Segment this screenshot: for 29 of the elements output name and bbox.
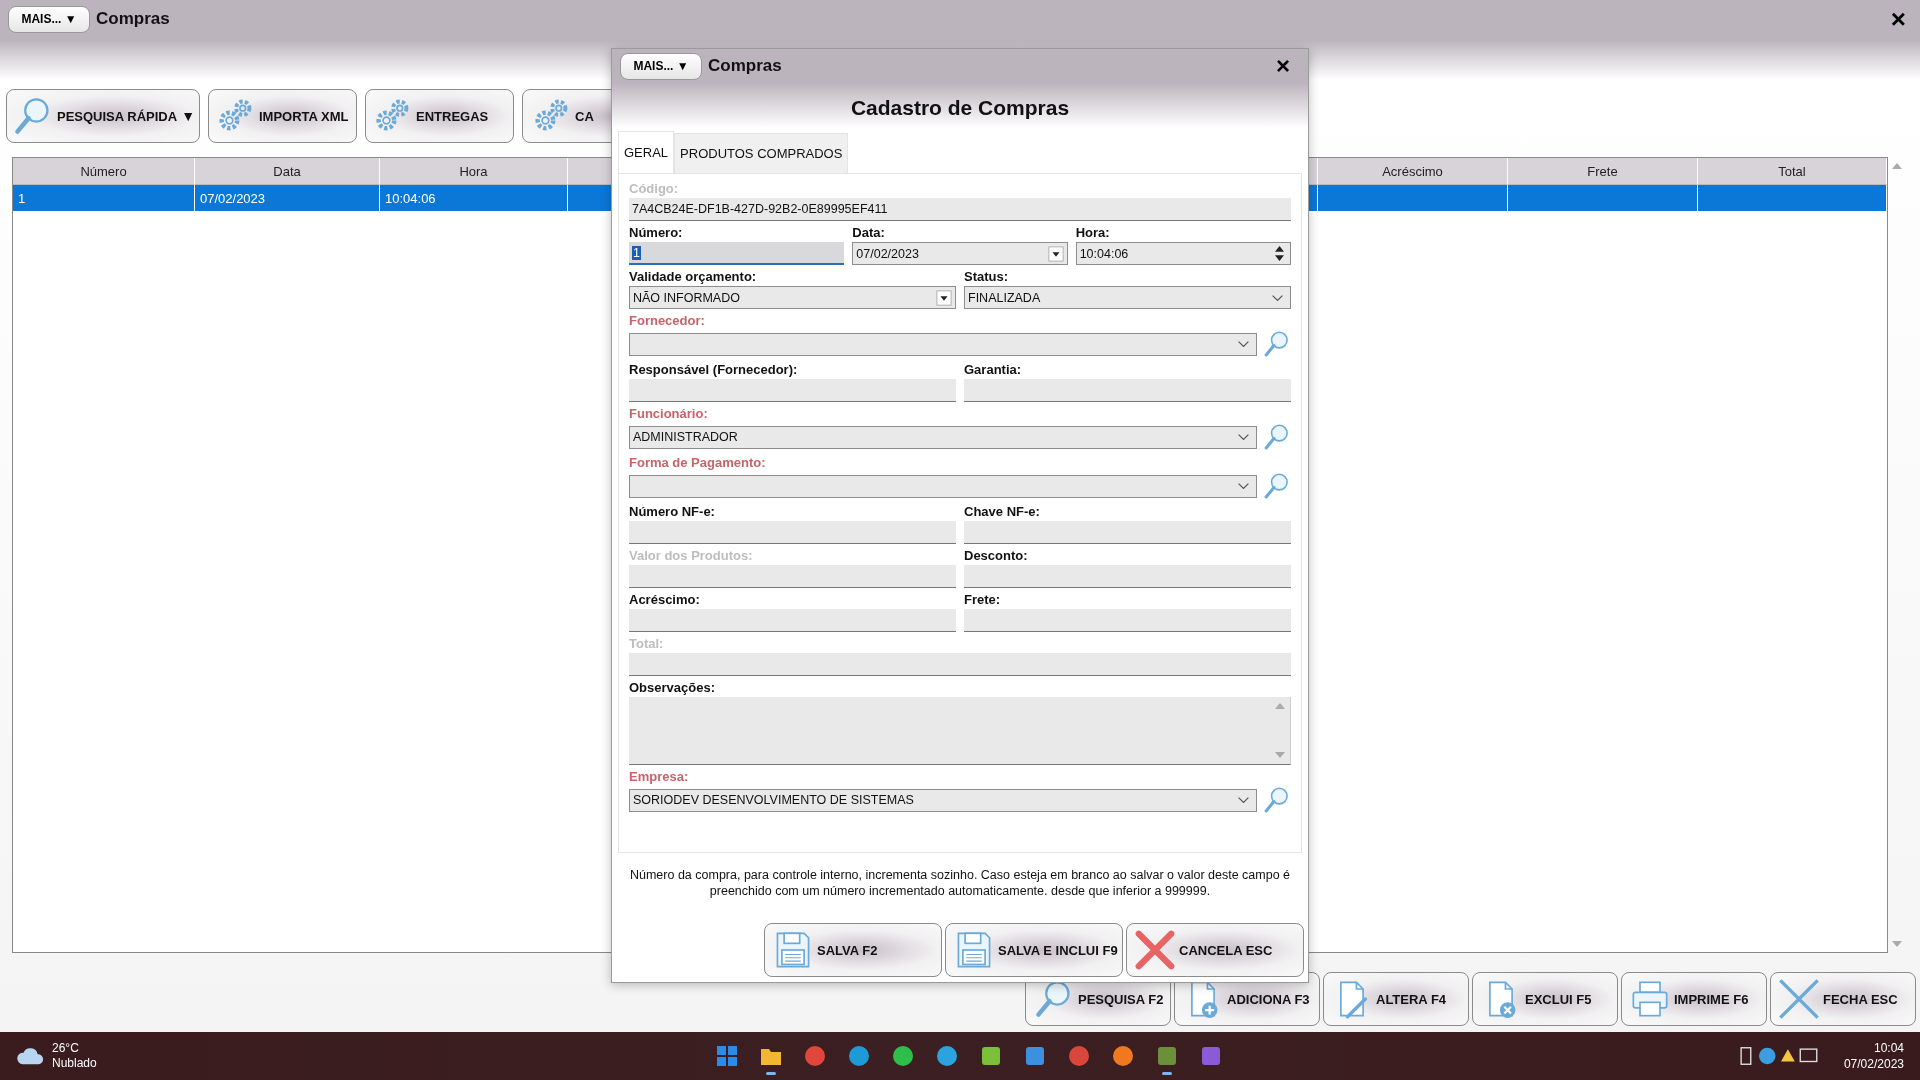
field-label: Status: [964,268,1010,286]
field-label: Forma de Pagamento: [629,454,767,472]
field-label: Funcionário: [629,405,709,423]
field-label: Código: [629,180,680,198]
field-label: Observações: [629,679,716,697]
field-label: Valor dos Produtos: [629,547,754,565]
field-label: Número NF-e: [629,503,716,521]
table-cell: 07/02/2023 [195,185,380,211]
field-label: Número: [629,224,684,242]
field-label: Validade orçamento: [629,268,758,286]
window-title: Compras [96,9,170,29]
field-label: Data: [852,224,886,242]
field-label: Empresa: [629,768,690,786]
temperature: 26°C [52,1041,80,1056]
help-text: Número da compra, para controle interno, incrementa sozinho. Caso esteja em branco ao salvar o valor deste campo é preenchido com um número incrementado automaticamente. desde que inferior a 999999. [628,867,1292,900]
form-heading: Cadastro de Compras [612,83,1308,133]
field-label: Total: [629,635,665,653]
table-cell: 1 [13,185,195,211]
field-label: Garantia: [964,361,1023,379]
weather-text: Nublado [52,1056,97,1071]
field-label: Acréscimo: [629,591,701,609]
field-label: Desconto: [964,547,1029,565]
dialog-title: Compras [708,56,782,76]
field-label: Chave NF-e: [964,503,1041,521]
field-label: Hora: [1075,224,1111,242]
field-label: Responsável (Fornecedor): [629,361,799,379]
field-label: Fornecedor: [629,312,706,330]
table-cell: 10:04:06 [380,185,568,211]
field-label: Frete: [964,591,1002,609]
